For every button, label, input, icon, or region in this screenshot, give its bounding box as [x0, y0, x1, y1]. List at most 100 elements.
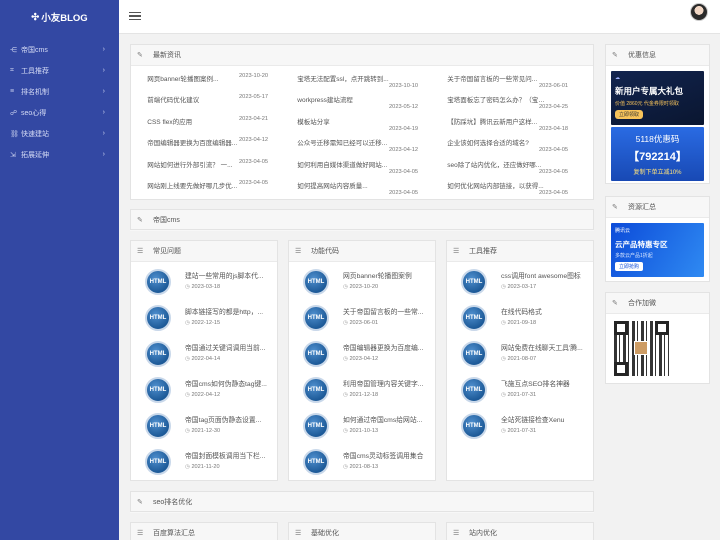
sidebar-item-3[interactable]: ≡ 排名机制 › [0, 81, 119, 102]
item-title[interactable]: 利用帝国管理内容关键字... [343, 378, 428, 388]
news-date: 2023-04-05 [539, 147, 569, 154]
news-item[interactable]: 如何提高网站内容质量...2023-04-05 [287, 178, 437, 199]
site-logo[interactable]: ✣ 小友BLOG [0, 0, 119, 34]
category-box: ☰ 站内优化 [446, 522, 594, 540]
chevron-right-icon: › [102, 130, 105, 137]
news-title[interactable]: 网页banner轮播图案例... [145, 73, 245, 83]
news-item[interactable]: 如何优化网站内部链接，以获得...2023-04-05 [437, 178, 587, 199]
news-item[interactable]: workpress建站流程2023-05-12 [287, 92, 437, 113]
list-item[interactable]: HTML 网页banner轮播图案例 2023-10-20 [303, 265, 429, 299]
list-item[interactable]: HTML 全站死链接检查Xenu 2021-07-31 [461, 409, 587, 443]
news-title[interactable]: seo除了站内优化，还应做好哪... [445, 159, 545, 169]
html-icon: HTML [145, 341, 171, 367]
news-title[interactable]: 宝塔无法配置ssl，点开跳转到... [295, 73, 395, 83]
avatar[interactable] [690, 3, 708, 21]
item-title[interactable]: 网站免费在线聊天工具'腾... [501, 342, 586, 352]
news-item[interactable]: 企业该如何选择合适的域名?2023-04-05 [437, 135, 587, 156]
news-item[interactable]: 网站刚上线要先做好哪几步优...2023-04-05 [137, 178, 287, 199]
item-title[interactable]: 脚本链接写的都是http，... [185, 306, 270, 316]
list-item[interactable]: HTML 帝国封面模板调用当下栏... 2021-11-20 [145, 445, 271, 479]
cloud-ad-banner[interactable]: 腾讯云 云产品特惠专区 多款云产品1折起 立即抢购 [611, 223, 704, 277]
list-item[interactable]: HTML 脚本链接写的都是http，... 2022-12-15 [145, 301, 271, 335]
news-item[interactable]: 宝塔无法配置ssl，点开跳转到...2023-10-10 [287, 71, 437, 92]
sidebar-item-2[interactable]: ⌗ 工具推荐 › [0, 60, 119, 81]
news-title[interactable]: 宝塔面板忘了密码怎么办？（宝塔... [445, 94, 545, 104]
news-item[interactable]: 前端代码优化建议2023-05-17 [137, 92, 287, 113]
news-title[interactable]: 如何优化网站内部链接，以获得... [445, 180, 545, 190]
list-item[interactable]: HTML css调用font awesome图标 2023-03-17 [461, 265, 587, 299]
list-item[interactable]: HTML 利用帝国管理内容关键字... 2021-12-18 [303, 373, 429, 407]
list-item[interactable]: HTML 飞施互点SEO排名神器 2021-07-31 [461, 373, 587, 407]
news-title[interactable]: CSS flex的应用 [145, 116, 245, 126]
news-item[interactable]: seo除了站内优化，还应做好哪...2023-04-05 [437, 157, 587, 178]
item-title[interactable]: css调用font awesome图标 [501, 270, 586, 280]
item-title[interactable]: 如何通过帝国cms给网站... [343, 414, 428, 424]
news-title[interactable]: workpress建站流程 [295, 94, 395, 104]
list-item[interactable]: HTML 帝国cms灵动标签调用集合 2021-08-13 [303, 445, 429, 479]
list-item[interactable]: HTML 网站免费在线聊天工具'腾... 2021-08-07 [461, 337, 587, 371]
news-item[interactable]: 关于帝国留言板的一些常见问...2023-06-01 [437, 71, 587, 92]
box-title: 百度算法汇总 [153, 530, 195, 537]
item-title[interactable]: 帝国封面模板调用当下栏... [185, 450, 270, 460]
item-title[interactable]: 飞施互点SEO排名神器 [501, 378, 586, 388]
news-item[interactable]: 网站如何进行外部引流？ 一...2023-04-05 [137, 157, 287, 178]
html-icon: HTML [145, 305, 171, 331]
resources-panel: ✎ 资源汇总 腾讯云 云产品特惠专区 多款云产品1折起 立即抢购 [605, 196, 710, 282]
sidebar-item-5[interactable]: ⛓ 快速建站 › [0, 123, 119, 144]
html-icon: HTML [303, 305, 329, 331]
news-title[interactable]: 网站刚上线要先做好哪几步优... [145, 180, 245, 190]
item-title[interactable]: 全站死链接检查Xenu [501, 414, 586, 424]
list-item[interactable]: HTML 帝国通过关键词调用当前... 2022-04-14 [145, 337, 271, 371]
item-title[interactable]: 帝国cms如何伪静态tag键... [185, 378, 270, 388]
sidebar-item-1[interactable]: ⋲ 帝国cms › [0, 39, 119, 60]
menu-toggle-icon[interactable] [129, 10, 141, 22]
news-item[interactable]: 如何利用自媒体渠道做好网站...2023-04-05 [287, 157, 437, 178]
html-icon: HTML [303, 413, 329, 439]
list-item[interactable]: HTML 如何通过帝国cms给网站... 2021-10-13 [303, 409, 429, 443]
news-item[interactable]: 模板站分享2023-04-19 [287, 114, 437, 135]
news-title[interactable]: 企业该如何选择合适的域名? [445, 137, 545, 147]
list-item[interactable]: HTML 帝国tag页面伪静态设置... 2021-12-30 [145, 409, 271, 443]
list-item[interactable]: HTML 在线代码格式 2021-09-18 [461, 301, 587, 335]
sidebar-item-4[interactable]: ☍ seo心得 › [0, 102, 119, 123]
news-item[interactable]: 宝塔面板忘了密码怎么办？（宝塔...2023-04-25 [437, 92, 587, 113]
list-item[interactable]: HTML 帝国cms如何伪静态tag键... 2022-04-12 [145, 373, 271, 407]
news-item[interactable]: 网页banner轮播图案例...2023-10-20 [137, 71, 287, 92]
item-title[interactable]: 网页banner轮播图案例 [343, 270, 428, 280]
news-item[interactable]: 帝国编辑器更换为百度编辑器...2023-04-12 [137, 135, 287, 156]
news-title[interactable]: 如何提高网站内容质量... [295, 180, 395, 190]
sidebar-item-6[interactable]: ⇲ 拓展延伸 › [0, 144, 119, 165]
item-title[interactable]: 帝国cms灵动标签调用集合 [343, 450, 428, 460]
list-item[interactable]: HTML 帝国编辑器更换为百度编... 2023-04-12 [303, 337, 429, 371]
coupon-ad-banner[interactable]: 5118优惠码 【792214】 复制下单立减10% [611, 127, 704, 181]
html-icon: HTML [461, 305, 487, 331]
news-title[interactable]: 网站如何进行外部引流？ 一... [145, 159, 245, 169]
expand-icon: ⇲ [10, 151, 16, 159]
html-icon: HTML [303, 341, 329, 367]
list-item[interactable]: HTML 关于帝国留言板的一些常... 2023-06-01 [303, 301, 429, 335]
news-title[interactable]: 【防踩坑】腾讯云新用户这样... [445, 116, 545, 126]
list-icon: ☰ [295, 248, 302, 255]
news-item[interactable]: 公众号迁移需知已经可以迁移...2023-04-12 [287, 135, 437, 156]
news-title[interactable]: 模板站分享 [295, 116, 395, 126]
item-title[interactable]: 帝国编辑器更换为百度编... [343, 342, 428, 352]
news-item[interactable]: 【防踩坑】腾讯云新用户这样...2023-04-18 [437, 114, 587, 135]
item-title[interactable]: 建站一些常用的js脚本代... [185, 270, 270, 280]
news-title[interactable]: 前端代码优化建议 [145, 94, 245, 104]
news-item[interactable]: CSS flex的应用2023-04-21 [137, 114, 287, 135]
panel-title: 最新资讯 [153, 52, 181, 59]
news-title[interactable]: 如何利用自媒体渠道做好网站... [295, 159, 395, 169]
news-title[interactable]: 关于帝国留言板的一些常见问... [445, 73, 545, 83]
item-title[interactable]: 帝国tag页面伪静态设置... [185, 414, 270, 424]
item-title[interactable]: 在线代码格式 [501, 306, 586, 316]
list-item[interactable]: HTML 建站一些常用的js脚本代... 2023-03-18 [145, 265, 271, 299]
news-title[interactable]: 帝国编辑器更换为百度编辑器... [145, 137, 245, 147]
news-title[interactable]: 公众号迁移需知已经可以迁移... [295, 137, 395, 147]
html-icon: HTML [461, 377, 487, 403]
item-title[interactable]: 关于帝国留言板的一些常... [343, 306, 428, 316]
list-icon: ☰ [137, 530, 144, 537]
box-title: 工具推荐 [469, 248, 497, 255]
promo-ad-banner[interactable]: ☁ 新用户专属大礼包 价值 2860元 代金券限时领取 立即领取 [611, 71, 704, 125]
item-date: 2023-04-12 [343, 356, 378, 362]
item-title[interactable]: 帝国通过关键词调用当前... [185, 342, 270, 352]
